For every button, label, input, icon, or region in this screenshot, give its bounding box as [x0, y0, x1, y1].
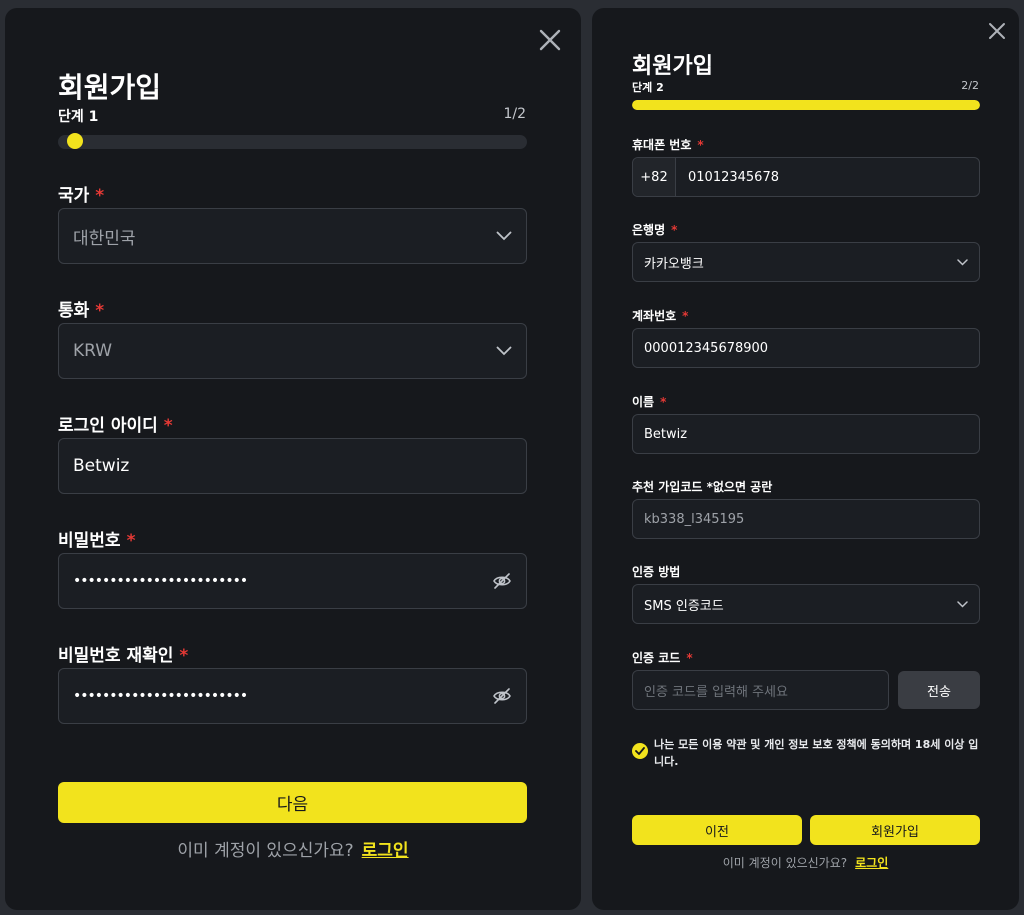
- login-link[interactable]: 로그인: [362, 841, 409, 861]
- required-mark: *: [163, 416, 173, 436]
- currency-select[interactable]: KRW: [58, 323, 527, 379]
- password-confirm-input[interactable]: ••••••••••••••••••••••••: [58, 668, 527, 724]
- login-prompt: 이미 계정이 있으신가요? 로그인: [5, 836, 581, 861]
- password-confirm-label-text: 비밀번호 재확인: [58, 646, 174, 666]
- step-count: 1/2: [503, 106, 526, 122]
- login-id-value: Betwiz: [73, 456, 130, 476]
- progress-bar: [632, 100, 980, 110]
- login-id-input[interactable]: Betwiz: [58, 438, 527, 494]
- progress-bar: [58, 135, 527, 149]
- login-prompt-text: 이미 계정이 있으신가요?: [722, 856, 848, 870]
- account-label-text: 계좌번호: [632, 309, 677, 323]
- login-link[interactable]: 로그인: [855, 856, 888, 870]
- country-select[interactable]: 대한민국: [58, 208, 527, 264]
- password-input[interactable]: ••••••••••••••••••••••••: [58, 553, 527, 609]
- chevron-down-icon: [957, 600, 968, 608]
- password-confirm-value: ••••••••••••••••••••••••: [73, 688, 248, 704]
- country-label: 국가 *: [58, 181, 104, 206]
- page-title: 회원가입: [58, 71, 162, 104]
- referral-code-input[interactable]: kb338_l345195: [632, 499, 980, 539]
- chevron-down-icon: [496, 346, 512, 356]
- phone-value: 01012345678: [688, 169, 779, 185]
- bank-value: 카카오뱅크: [644, 256, 704, 272]
- required-mark: *: [660, 395, 667, 409]
- send-code-button[interactable]: 전송: [898, 671, 980, 709]
- password-label-text: 비밀번호: [58, 531, 121, 551]
- step-label: 단계 1: [58, 109, 99, 125]
- bank-select[interactable]: 카카오뱅크: [632, 242, 980, 282]
- currency-value: KRW: [73, 341, 113, 361]
- verify-method-select[interactable]: SMS 인증코드: [632, 584, 980, 624]
- next-button[interactable]: 다음: [58, 782, 527, 823]
- name-label-text: 이름: [632, 395, 655, 409]
- signup-step2-panel: 회원가입 단계 2 2/2 휴대폰 번호 * +82 01012345678 은행…: [592, 8, 1019, 910]
- name-label: 이름 *: [632, 393, 666, 410]
- required-mark: *: [126, 531, 136, 551]
- phone-label-text: 휴대폰 번호: [632, 138, 692, 152]
- signup-step1-panel: 회원가입 단계 1 1/2 국가 * 대한민국 통화 * KRW 로그인 아이디 * …: [5, 8, 581, 910]
- account-label: 계좌번호 *: [632, 307, 688, 324]
- required-mark: *: [686, 651, 693, 665]
- signup-button[interactable]: 회원가입: [810, 815, 980, 845]
- verify-method-label: 인증 방법: [632, 565, 681, 579]
- verify-code-label-text: 인증 코드: [632, 651, 681, 665]
- login-prompt-text: 이미 계정이 있으신가요?: [177, 841, 354, 861]
- prev-button[interactable]: 이전: [632, 815, 802, 845]
- required-mark: *: [95, 186, 105, 206]
- required-mark: *: [179, 646, 189, 666]
- page-title: 회원가입: [632, 54, 713, 79]
- chevron-down-icon: [957, 258, 968, 266]
- progress-indicator: [67, 133, 84, 149]
- login-prompt: 이미 계정이 있으신가요? 로그인: [592, 854, 1019, 871]
- step-count: 2/2: [961, 79, 979, 92]
- required-mark: *: [697, 138, 704, 152]
- password-value: ••••••••••••••••••••••••: [73, 573, 248, 589]
- referral-value: kb338_l345195: [644, 511, 745, 527]
- name-value: Betwiz: [644, 426, 688, 442]
- check-icon: [635, 747, 645, 755]
- login-id-label-text: 로그인 아이디: [58, 416, 158, 436]
- agree-text: 나는 모든 이용 약관 및 개인 정보 보호 정책에 동의하며 18세 이상 입…: [654, 738, 979, 768]
- phone-input[interactable]: +82 01012345678: [632, 157, 980, 197]
- eye-off-icon[interactable]: [492, 688, 512, 704]
- verify-code-input[interactable]: 인증 코드를 입력해 주세요: [632, 670, 889, 710]
- close-icon[interactable]: [538, 28, 562, 52]
- bank-label: 은행명 *: [632, 221, 677, 238]
- required-mark: *: [671, 223, 678, 237]
- account-number-input[interactable]: 000012345678900: [632, 328, 980, 368]
- step-label: 단계 2: [632, 81, 664, 94]
- password-label: 비밀번호 *: [58, 526, 135, 551]
- bank-label-text: 은행명: [632, 223, 666, 237]
- phone-label: 휴대폰 번호 *: [632, 136, 704, 153]
- country-code-prefix[interactable]: +82: [633, 158, 676, 196]
- verify-method-value: SMS 인증코드: [644, 598, 724, 614]
- verify-code-placeholder: 인증 코드를 입력해 주세요: [644, 684, 788, 700]
- progress-fill: [632, 100, 980, 110]
- verify-code-label: 인증 코드 *: [632, 649, 693, 666]
- eye-off-icon[interactable]: [492, 573, 512, 589]
- currency-label: 통화 *: [58, 296, 104, 321]
- referral-label: 추천 가입코드 *없으면 공란: [632, 480, 773, 494]
- agree-checkbox[interactable]: [632, 743, 648, 759]
- chevron-down-icon: [496, 231, 512, 241]
- required-mark: *: [682, 309, 689, 323]
- required-mark: *: [95, 301, 105, 321]
- country-label-text: 국가: [58, 186, 90, 206]
- login-id-label: 로그인 아이디 *: [58, 411, 173, 436]
- country-value: 대한민국: [73, 228, 136, 249]
- close-icon[interactable]: [988, 22, 1006, 40]
- account-value: 000012345678900: [644, 340, 769, 356]
- name-input[interactable]: Betwiz: [632, 414, 980, 454]
- currency-label-text: 통화: [58, 301, 90, 321]
- password-confirm-label: 비밀번호 재확인 *: [58, 641, 188, 666]
